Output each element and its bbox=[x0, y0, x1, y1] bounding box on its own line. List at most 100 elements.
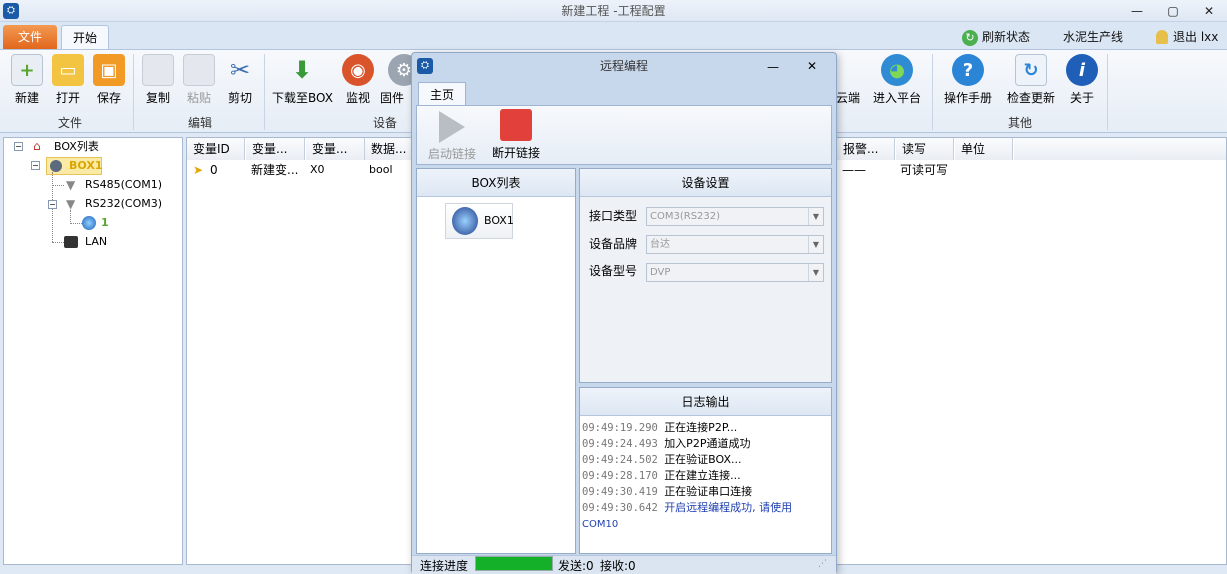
about-button[interactable]: i 关于 bbox=[1060, 54, 1104, 106]
tab-start[interactable]: 开始 bbox=[61, 25, 109, 50]
start-link-button[interactable]: 启动链接 bbox=[424, 109, 480, 162]
play-icon bbox=[439, 111, 465, 143]
log-time: 09:49:24.493 bbox=[582, 438, 665, 450]
device-model-select[interactable]: DVP ▼ bbox=[646, 263, 824, 282]
group-file-label: 文件 bbox=[57, 116, 82, 130]
log-entry: COM10 bbox=[582, 516, 618, 533]
gear-icon: ⚙ bbox=[388, 54, 412, 86]
cell-datatype: bool bbox=[369, 163, 393, 176]
close-icon[interactable]: ✕ bbox=[1196, 3, 1222, 19]
resize-grip-icon[interactable]: ⋰ bbox=[818, 559, 827, 569]
ribbon-separator bbox=[264, 54, 265, 130]
check-update-button[interactable]: ↻ 检查更新 bbox=[1003, 54, 1059, 106]
column-header-datatype[interactable]: 数据... bbox=[365, 138, 413, 160]
log-entry: 09:49:24.493 加入P2P通道成功 bbox=[582, 436, 750, 452]
cell-name: 新建变... bbox=[251, 163, 299, 177]
globe-icon: ◕ bbox=[881, 54, 913, 86]
port-type-select[interactable]: COM3(RS232) ▼ bbox=[646, 207, 824, 226]
column-header-name[interactable]: 变量... bbox=[246, 138, 305, 160]
log-time: 09:49:24.502 bbox=[582, 454, 665, 466]
log-message: 开启远程编程成功, 请使用 bbox=[664, 501, 793, 514]
tree-root-box-list[interactable]: BOX列表 bbox=[54, 139, 99, 155]
tree-node-lan[interactable]: LAN bbox=[85, 234, 107, 250]
chevron-down-icon: ▼ bbox=[808, 236, 823, 253]
minimize-icon[interactable]: — bbox=[1124, 3, 1150, 19]
log-time: 09:49:19.290 bbox=[582, 422, 665, 434]
logout-link[interactable]: 退出 lxx bbox=[1173, 28, 1218, 46]
box-item[interactable]: BOX1 bbox=[445, 203, 514, 239]
column-header-readwrite[interactable]: 读写 bbox=[896, 138, 954, 160]
log-time: 09:49:30.642 bbox=[582, 502, 665, 514]
tree-collapse-icon[interactable]: − bbox=[31, 161, 40, 170]
window-title: 新建工程 -工程配置 bbox=[561, 4, 666, 18]
chevron-down-icon: ▼ bbox=[808, 208, 823, 225]
tree-node-device-1[interactable]: 1 bbox=[101, 215, 109, 231]
column-header-id[interactable]: 变量ID bbox=[187, 138, 245, 160]
column-header-alarm[interactable]: 报警... bbox=[837, 138, 895, 160]
tree-node-box1[interactable]: BOX1 bbox=[69, 158, 102, 174]
box-device-icon bbox=[50, 160, 62, 172]
open-button[interactable]: ▭ 打开 bbox=[46, 54, 90, 106]
sent-count: 发送:0 bbox=[558, 559, 594, 573]
serial-port-icon: ▼ bbox=[66, 178, 76, 192]
maximize-icon[interactable]: ▢ bbox=[1160, 3, 1186, 19]
column-header-unit[interactable]: 单位 bbox=[955, 138, 1013, 160]
tree-node-rs485[interactable]: RS485(COM1) bbox=[85, 177, 162, 193]
dialog-close-icon[interactable]: ✕ bbox=[807, 59, 817, 73]
manual-button[interactable]: ? 操作手册 bbox=[940, 54, 996, 106]
progress-fill bbox=[476, 557, 552, 570]
cut-button[interactable]: ✂ 剪切 bbox=[218, 54, 262, 106]
enter-platform-button[interactable]: ◕ 进入平台 bbox=[870, 54, 924, 106]
home-icon: ⌂ bbox=[33, 139, 41, 153]
log-message: 正在验证BOX... bbox=[664, 453, 742, 466]
device-settings-panel: 设备设置 接口类型 COM3(RS232) ▼ 设备品牌 台达 ▼ 设备型号 DVP… bbox=[579, 168, 832, 383]
folder-icon: ▭ bbox=[52, 54, 84, 86]
box-device-icon bbox=[452, 207, 478, 235]
monitor-button[interactable]: ◉ 监视 bbox=[336, 54, 380, 106]
chevron-down-icon: ▼ bbox=[808, 264, 823, 281]
log-output-title: 日志输出 bbox=[580, 388, 831, 416]
tree-collapse-icon[interactable]: − bbox=[48, 200, 57, 209]
refresh-status-link[interactable]: 刷新状态 bbox=[982, 28, 1030, 46]
copy-button[interactable]: 复制 bbox=[136, 54, 180, 106]
download-icon: ⬇ bbox=[291, 56, 313, 84]
plc-device-icon bbox=[82, 216, 96, 230]
ribbon-separator bbox=[1107, 54, 1108, 130]
cloud-button[interactable]: 云端 bbox=[836, 54, 860, 106]
firmware-button[interactable]: ⚙ 固件 bbox=[380, 54, 412, 106]
scissors-icon: ✂ bbox=[229, 56, 251, 84]
eye-icon: ◉ bbox=[342, 54, 374, 86]
stop-link-button[interactable]: 断开链接 bbox=[488, 109, 544, 161]
connection-progress-bar bbox=[475, 556, 553, 571]
download-to-box-button[interactable]: ⬇ 下载至BOX bbox=[272, 54, 333, 106]
help-icon: ? bbox=[952, 54, 984, 86]
paste-button[interactable]: 粘贴 bbox=[177, 54, 221, 106]
network-icon bbox=[64, 236, 78, 248]
variable-icon: ➤ bbox=[193, 163, 204, 177]
dialog-tab-home[interactable]: 主页 bbox=[418, 82, 466, 106]
log-entry: 09:49:30.642 开启远程编程成功, 请使用 bbox=[582, 500, 792, 516]
column-header-address[interactable]: 变量... bbox=[306, 138, 365, 160]
tree-collapse-icon[interactable]: − bbox=[14, 142, 23, 151]
received-count: 接收:0 bbox=[600, 559, 636, 573]
remote-programming-dialog: ⛭ 远程编程 — ✕ 主页 启动链接 断开链接 BOX列表 BOX1 设备设置 … bbox=[411, 52, 837, 574]
device-settings-title: 设备设置 bbox=[580, 169, 831, 197]
dialog-minimize-icon[interactable]: — bbox=[767, 60, 779, 74]
port-type-label: 接口类型 bbox=[589, 209, 638, 223]
paste-icon bbox=[183, 54, 215, 86]
log-message: 正在建立连接... bbox=[664, 469, 741, 482]
save-button[interactable]: ▣ 保存 bbox=[87, 54, 131, 106]
serial-port-icon: ▼ bbox=[66, 197, 76, 211]
device-brand-select[interactable]: 台达 ▼ bbox=[646, 235, 824, 254]
refresh-icon[interactable]: ↻ bbox=[962, 30, 978, 46]
tree-node-rs232[interactable]: RS232(COM3) bbox=[85, 196, 162, 212]
ribbon-tab-bar bbox=[0, 22, 1227, 49]
new-button[interactable]: + 新建 bbox=[5, 54, 49, 106]
production-line-link[interactable]: 水泥生产线 bbox=[1063, 28, 1123, 46]
tab-file[interactable]: 文件 bbox=[3, 25, 57, 49]
title-bar: ⛭ 新建工程 -工程配置 — ▢ ✕ bbox=[0, 0, 1227, 22]
ribbon-separator bbox=[932, 54, 933, 130]
log-message: 加入P2P通道成功 bbox=[664, 437, 751, 450]
group-device-label: 设备 bbox=[372, 116, 397, 130]
log-entry: 09:49:28.170 正在建立连接... bbox=[582, 468, 741, 484]
